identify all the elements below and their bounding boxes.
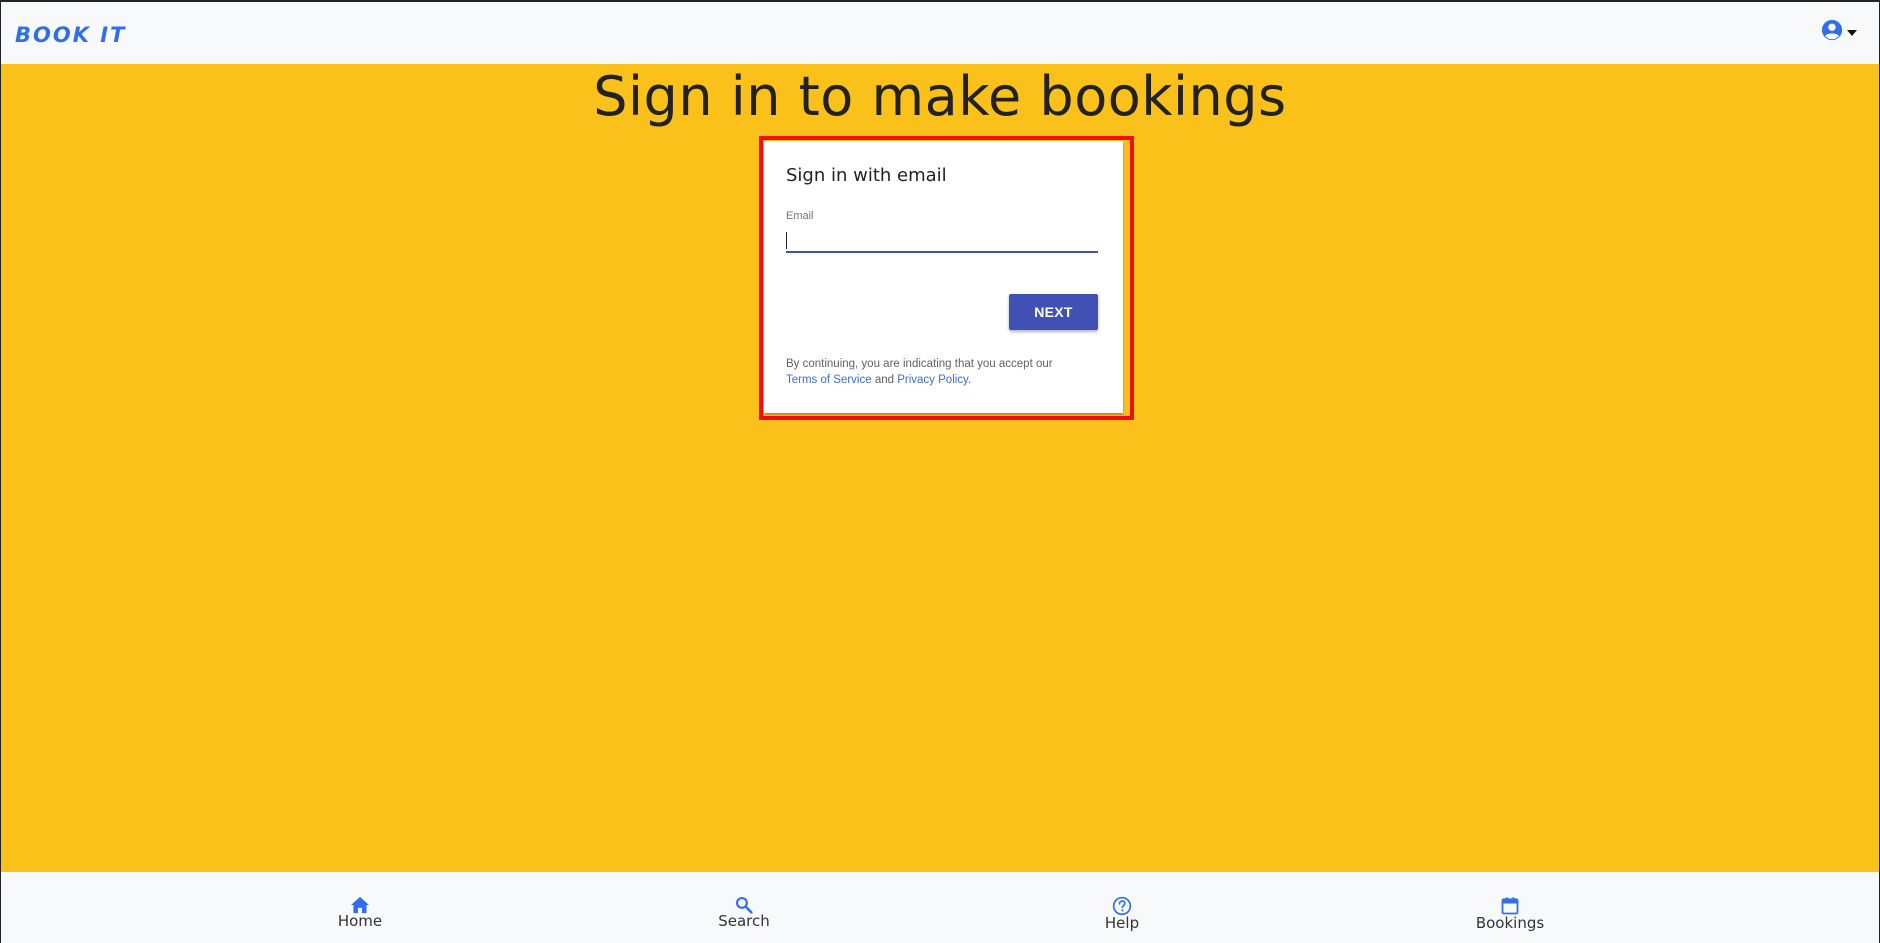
help-icon [1112,896,1132,916]
legal-text: By continuing, you are indicating that y… [786,358,1053,370]
nav-item-bookings[interactable]: Bookings [1450,896,1570,932]
account-circle-icon [1821,19,1843,41]
top-navbar: BOOK IT [1,2,1879,64]
nav-label-search: Search [718,912,770,930]
privacy-policy-link[interactable]: Privacy Policy [897,374,968,386]
page-title: Sign in to make bookings [593,65,1287,128]
bottom-navbar: Home Search Help Bookings [1,872,1879,943]
email-field[interactable] [786,227,1098,253]
nav-item-help[interactable]: Help [1062,896,1182,932]
email-label: Email [786,210,814,222]
account-menu-button[interactable] [1821,19,1857,41]
legal-notice: By continuing, you are indicating that y… [786,356,1106,388]
legal-period: . [967,374,972,386]
nav-item-home[interactable]: Home [300,896,420,930]
nav-label-bookings: Bookings [1475,914,1545,932]
app-window: BOOK IT Sign in to make bookings Sign in… [1,2,1879,943]
terms-of-service-link[interactable]: Terms of Service [786,374,872,386]
chevron-down-icon [1847,30,1857,36]
nav-label-home: Home [337,912,383,930]
text-cursor [786,232,787,249]
signin-card: Sign in with email Email NEXT By continu… [764,141,1123,413]
legal-and: and [874,374,895,386]
brand-logo[interactable]: BOOK IT [15,23,126,47]
calendar-icon [1501,897,1519,915]
nav-item-search[interactable]: Search [684,896,804,930]
card-title: Sign in with email [786,165,947,186]
nav-label-help: Help [1104,914,1140,932]
next-button[interactable]: NEXT [1009,294,1098,330]
